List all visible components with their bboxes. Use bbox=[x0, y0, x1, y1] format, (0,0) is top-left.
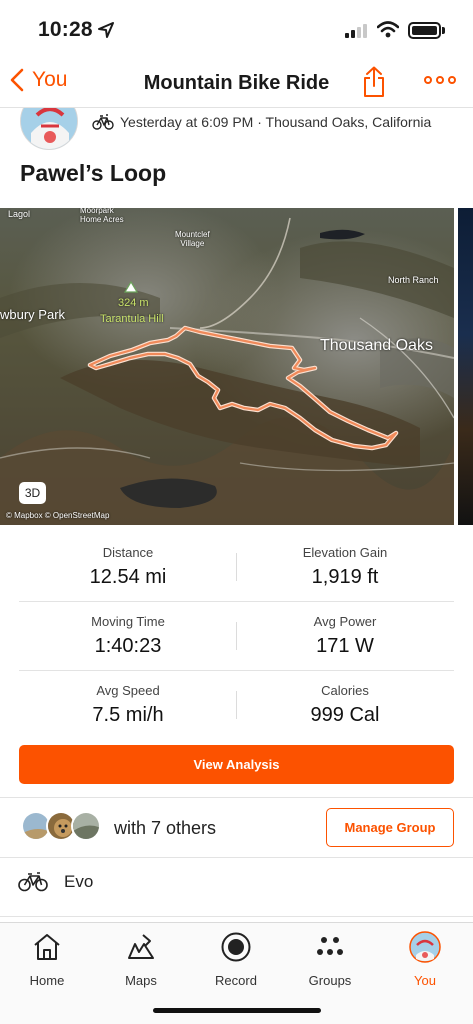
stat-label: Elevation Gain bbox=[302, 545, 388, 560]
avatar bbox=[71, 811, 101, 841]
wifi-icon bbox=[377, 21, 399, 38]
stat-avg-speed: Avg Speed 7.5 mi/h bbox=[19, 683, 237, 727]
maps-icon bbox=[128, 934, 154, 959]
section-divider bbox=[0, 857, 473, 858]
stat-moving-time: Moving Time 1:40:23 bbox=[19, 614, 237, 658]
tab-maps[interactable]: Maps bbox=[94, 930, 188, 988]
stat-avg-power: Avg Power 171 W bbox=[236, 614, 454, 658]
stats-row: Avg Speed 7.5 mi/h Calories 999 Cal bbox=[19, 671, 454, 740]
more-options-button[interactable] bbox=[424, 76, 456, 84]
tab-record[interactable]: Record bbox=[189, 930, 283, 988]
map-attribution[interactable]: © Mapbox © OpenStreetMap bbox=[6, 511, 109, 520]
stats-row: Moving Time 1:40:23 Avg Power 171 W bbox=[19, 602, 454, 671]
tab-home[interactable]: Home bbox=[0, 930, 94, 988]
map-terrain bbox=[0, 208, 454, 525]
stat-label: Moving Time bbox=[91, 614, 165, 629]
tab-groups[interactable]: Groups bbox=[283, 930, 377, 988]
map-label-newbury-park: wbury Park bbox=[0, 307, 66, 322]
stat-distance: Distance 12.54 mi bbox=[19, 545, 237, 589]
activity-meta-text: Yesterday at 6:09 PM · Thousand Oaks, Ca… bbox=[120, 114, 432, 130]
map-label-lagol: Lagol bbox=[8, 209, 31, 219]
stats-row: Distance 12.54 mi Elevation Gain 1,919 f… bbox=[19, 533, 454, 602]
gear-row[interactable]: Evo bbox=[18, 872, 93, 892]
view-analysis-button[interactable]: View Analysis bbox=[19, 745, 454, 784]
stat-calories: Calories 999 Cal bbox=[236, 683, 454, 727]
groups-icon bbox=[317, 937, 343, 955]
next-photo-preview[interactable] bbox=[458, 208, 473, 525]
nav-bar: You Mountain Bike Ride bbox=[0, 62, 473, 108]
share-icon[interactable] bbox=[362, 66, 386, 98]
bike-icon bbox=[18, 872, 48, 892]
section-divider bbox=[0, 797, 473, 798]
map-peak-name: Tarantula Hill bbox=[100, 313, 164, 325]
map-label-moorpark: Moorpark Home Acres bbox=[80, 208, 124, 224]
stat-value: 171 W bbox=[316, 635, 374, 657]
gear-name: Evo bbox=[64, 872, 94, 891]
tab-label: Record bbox=[215, 973, 257, 988]
stat-value: 1:40:23 bbox=[94, 635, 162, 657]
stat-elevation-gain: Elevation Gain 1,919 ft bbox=[236, 545, 454, 589]
group-avatars[interactable] bbox=[21, 811, 101, 841]
home-icon bbox=[34, 934, 60, 960]
section-divider bbox=[0, 916, 473, 917]
stat-value: 7.5 mi/h bbox=[92, 704, 164, 726]
battery-icon bbox=[408, 22, 441, 39]
stat-value: 999 Cal bbox=[310, 704, 380, 726]
tab-label: Maps bbox=[125, 973, 157, 988]
status-bar: 10:28 bbox=[0, 0, 473, 60]
record-icon bbox=[221, 932, 251, 962]
stat-label: Calories bbox=[321, 683, 369, 698]
stats-grid: Distance 12.54 mi Elevation Gain 1,919 f… bbox=[19, 533, 454, 740]
map-label-thousand-oaks: Thousand Oaks bbox=[320, 337, 433, 354]
status-time: 10:28 bbox=[38, 18, 93, 41]
page-title: Mountain Bike Ride bbox=[143, 72, 330, 94]
stat-label: Avg Speed bbox=[96, 683, 160, 698]
cellular-signal-icon bbox=[345, 23, 367, 38]
map-label-north-ranch: North Ranch bbox=[388, 275, 439, 285]
activity-title: Pawel’s Loop bbox=[20, 160, 167, 186]
tab-label: You bbox=[414, 973, 436, 988]
tab-label: Home bbox=[29, 973, 65, 988]
manage-group-button[interactable]: Manage Group bbox=[326, 808, 454, 847]
map-label-mountclef: Mountclef Village bbox=[175, 230, 210, 248]
3d-toggle-button[interactable]: 3D bbox=[19, 482, 46, 504]
tab-label: Groups bbox=[308, 973, 352, 988]
stat-value: 12.54 mi bbox=[89, 566, 167, 588]
stat-label: Distance bbox=[102, 545, 154, 560]
stat-value: 1,919 ft bbox=[311, 566, 379, 588]
profile-avatar-icon bbox=[409, 931, 441, 963]
activity-meta: Yesterday at 6:09 PM · Thousand Oaks, Ca… bbox=[92, 114, 431, 130]
map-peak-elevation: 324 m bbox=[118, 297, 149, 309]
home-indicator[interactable] bbox=[153, 1008, 321, 1013]
mountain-bike-icon bbox=[92, 114, 114, 130]
stat-label: Avg Power bbox=[313, 614, 377, 629]
route-map[interactable]: Lagol Moorpark Home Acres Mountclef Vill… bbox=[0, 208, 454, 525]
location-arrow-icon bbox=[98, 22, 114, 38]
group-with-text[interactable]: with 7 others bbox=[114, 818, 216, 839]
tab-you[interactable]: You bbox=[378, 930, 472, 988]
